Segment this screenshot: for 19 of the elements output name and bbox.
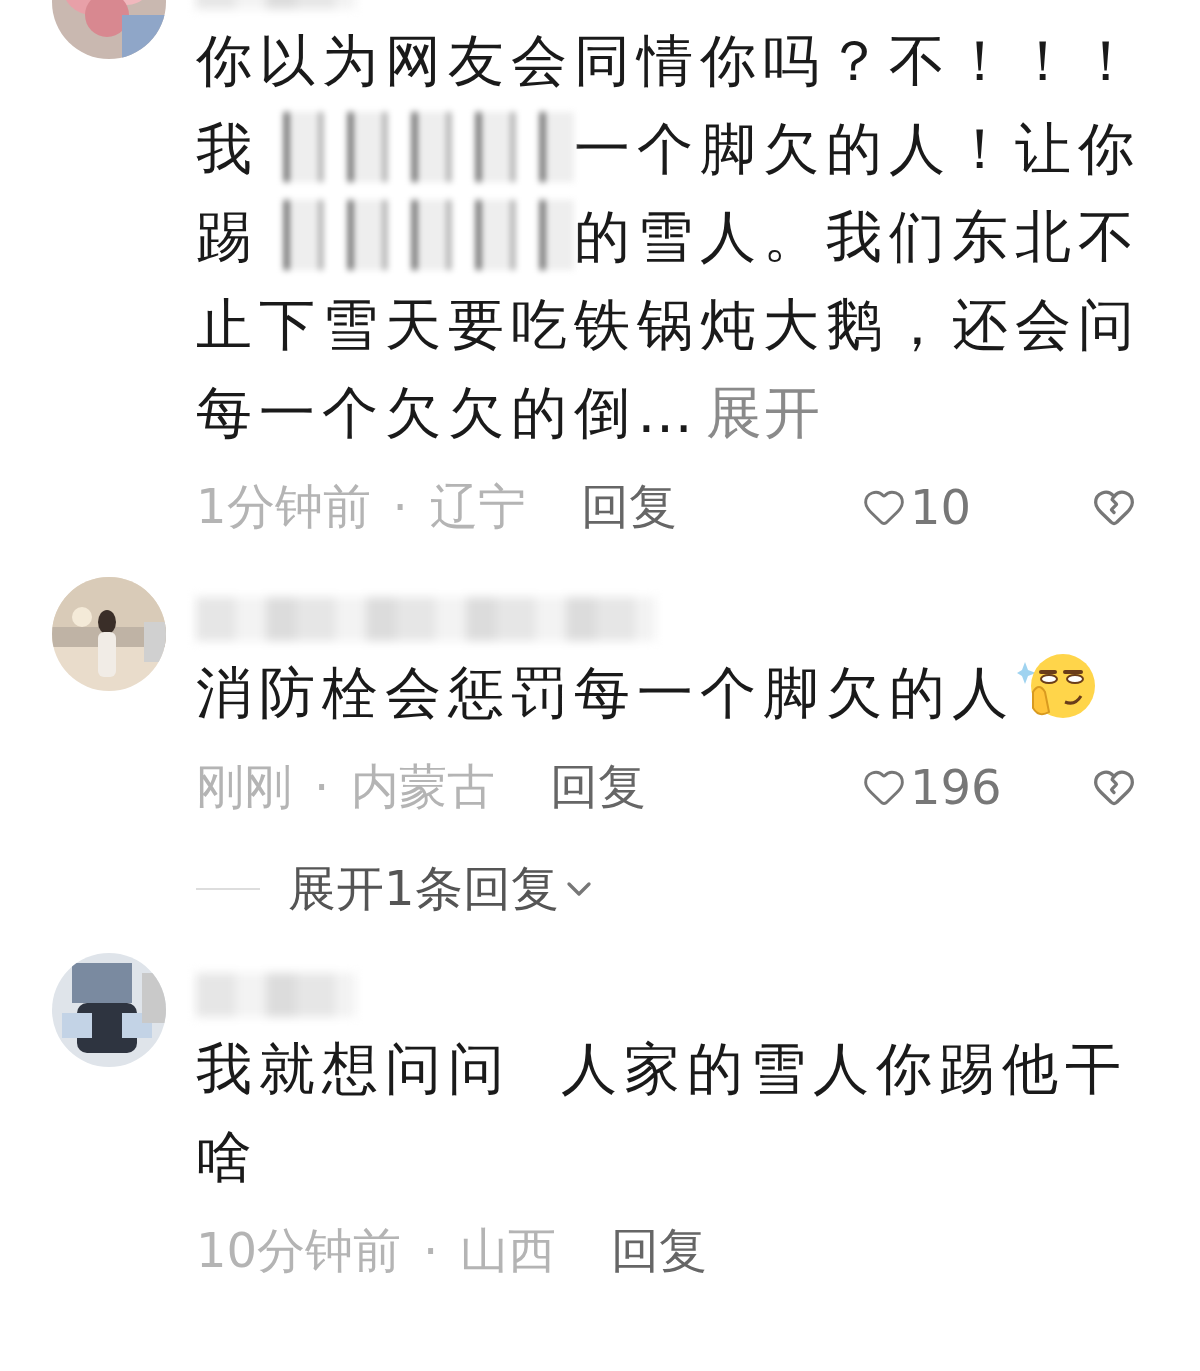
reply-button[interactable]: 回复	[580, 475, 677, 539]
reply-button[interactable]: 回复	[611, 1219, 708, 1283]
comment-text: 你以为网友会同情你吗？不！！！我 一个脚欠的人！让你踢 的雪人。我们东北不止下雪天要吃铁锅炖大鹅，还会问每一个欠欠的倒…展开	[196, 27, 1142, 447]
comment-text: 我就想问问 人家的雪人你踢他干啥	[196, 1035, 1129, 1191]
reply-button[interactable]: 回复	[550, 755, 647, 819]
comment-location: 内蒙古	[351, 757, 496, 816]
like-button[interactable]: 196	[862, 759, 1012, 815]
comment-time: 1分钟前	[196, 477, 371, 536]
comment-location: 山西	[460, 1221, 557, 1280]
comment-location: 辽宁	[429, 477, 526, 536]
separator-dot: ·	[392, 479, 408, 535]
separator-dot: ·	[314, 759, 330, 815]
comment-time: 10分钟前	[196, 1221, 402, 1280]
separator-dot: ·	[423, 1223, 439, 1279]
comment-time: 刚刚	[196, 757, 292, 816]
comment-text: 消防栓会惩罚每一个脚欠的人	[196, 649, 1156, 737]
expand-replies-button[interactable]: 展开1条回复	[196, 837, 1166, 941]
expand-link[interactable]: 展开	[706, 380, 822, 445]
like-button[interactable]: 10	[862, 479, 1012, 535]
